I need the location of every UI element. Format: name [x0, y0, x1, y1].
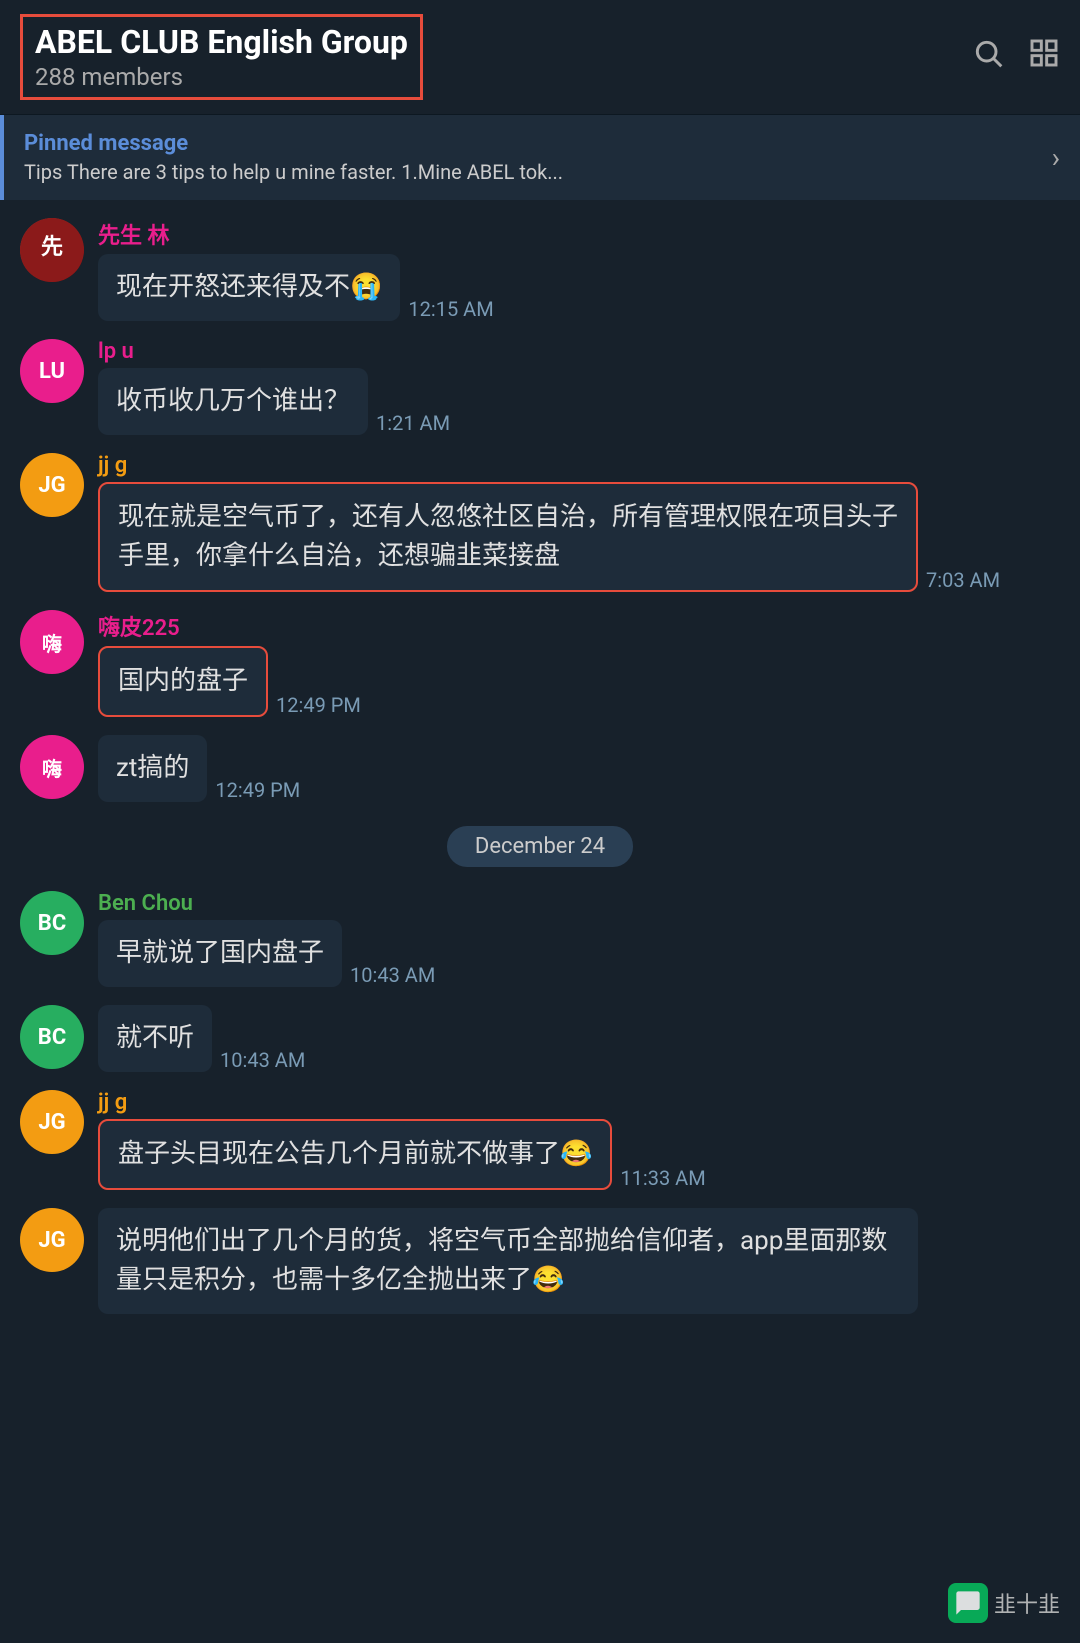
message-sender: 嗨皮225 [98, 610, 1060, 642]
avatar: 嗨 [20, 610, 84, 674]
message-text: 收币收几万个谁出？ [116, 386, 350, 416]
message-sender: jj g [98, 1090, 1060, 1115]
pinned-text: Tips There are 3 tips to help u mine fas… [24, 160, 563, 184]
message-text: 现在就是空气币了，还有人忽悠社区自治，所有管理权限在项目头子手里，你拿什么自治，… [118, 502, 898, 571]
message-sender: lp u [98, 339, 1060, 364]
message-bubble: 国内的盘子 [98, 646, 268, 717]
message-sender: jj g [98, 453, 1060, 478]
header-icons [972, 37, 1060, 77]
avatar: JG [20, 1090, 84, 1154]
layout-icon[interactable] [1028, 37, 1060, 77]
avatar: 嗨 [20, 735, 84, 799]
bubble-row: 盘子头目现在公告几个月前就不做事了😂 11:33 AM [98, 1119, 1060, 1190]
message-text: zt搞的 [116, 753, 189, 783]
group-title: ABEL CLUB English Group [35, 23, 408, 61]
message-content: Ben Chou 早就说了国内盘子 10:43 AM [98, 891, 1060, 987]
bubble-row: 国内的盘子 12:49 PM [98, 646, 1060, 717]
date-badge: December 24 [447, 826, 633, 867]
chat-area: 先 先生 林 现在开怒还来得及不😭 12:15 AM LU lp u 收币收几万… [0, 208, 1080, 1342]
message-time: 10:43 AM [350, 963, 435, 987]
message-sender: 先生 林 [98, 218, 1060, 250]
message-content: 嗨皮225 国内的盘子 12:49 PM [98, 610, 1060, 717]
message-text: 盘子头目现在公告几个月前就不做事了😂 [118, 1139, 592, 1169]
member-count: 288 members [35, 63, 408, 91]
message-group: JG 说明他们出了几个月的货，将空气币全部抛给信仰者，app里面那数量只是积分，… [20, 1208, 1060, 1314]
message-bubble: 就不听 [98, 1005, 212, 1072]
search-icon[interactable] [972, 37, 1004, 77]
message-content: zt搞的 12:49 PM [98, 735, 1060, 802]
message-time: 11:33 AM [620, 1166, 705, 1190]
message-bubble: 说明他们出了几个月的货，将空气币全部抛给信仰者，app里面那数量只是积分，也需十… [98, 1208, 918, 1314]
message-time: 10:43 AM [220, 1048, 305, 1072]
message-time: 7:03 AM [926, 568, 1000, 592]
pinned-message-bar[interactable]: Pinned message Tips There are 3 tips to … [0, 115, 1080, 200]
avatar: JG [20, 1208, 84, 1272]
avatar: BC [20, 891, 84, 955]
message-bubble: 盘子头目现在公告几个月前就不做事了😂 [98, 1119, 612, 1190]
message-text: 现在开怒还来得及不😭 [116, 272, 382, 302]
bubble-row: 说明他们出了几个月的货，将空气币全部抛给信仰者，app里面那数量只是积分，也需十… [98, 1208, 1060, 1314]
message-bubble: 现在开怒还来得及不😭 [98, 254, 400, 321]
message-group: BC Ben Chou 早就说了国内盘子 10:43 AM [20, 891, 1060, 987]
message-content: jj g 盘子头目现在公告几个月前就不做事了😂 11:33 AM [98, 1090, 1060, 1190]
message-time: 1:21 AM [376, 411, 450, 435]
message-text: 国内的盘子 [118, 666, 248, 696]
message-group: LU lp u 收币收几万个谁出？ 1:21 AM [20, 339, 1060, 435]
header-title-box: ABEL CLUB English Group 288 members [20, 14, 423, 100]
message-bubble: 收币收几万个谁出？ [98, 368, 368, 435]
header-info: ABEL CLUB English Group 288 members [20, 14, 972, 100]
avatar: JG [20, 453, 84, 517]
bubble-row: 就不听 10:43 AM [98, 1005, 1060, 1072]
pinned-arrow-icon[interactable]: › [1052, 141, 1060, 174]
avatar: LU [20, 339, 84, 403]
date-separator: December 24 [20, 826, 1060, 867]
message-group: BC 就不听 10:43 AM [20, 1005, 1060, 1072]
message-time: 12:15 AM [408, 297, 493, 321]
message-time: 12:49 PM [215, 778, 300, 802]
watermark-text: 韭十韭 [994, 1587, 1060, 1619]
bubble-row: 现在开怒还来得及不😭 12:15 AM [98, 254, 1060, 321]
message-text: 就不听 [116, 1023, 194, 1053]
message-content: 说明他们出了几个月的货，将空气币全部抛给信仰者，app里面那数量只是积分，也需十… [98, 1208, 1060, 1314]
message-content: 就不听 10:43 AM [98, 1005, 1060, 1072]
message-text: 早就说了国内盘子 [116, 938, 324, 968]
watermark: 韭十韭 [948, 1583, 1060, 1623]
message-group: JG jj g 盘子头目现在公告几个月前就不做事了😂 11:33 AM [20, 1090, 1060, 1190]
message-bubble: zt搞的 [98, 735, 207, 802]
message-text: 说明他们出了几个月的货，将空气币全部抛给信仰者，app里面那数量只是积分，也需十… [116, 1226, 887, 1295]
message-group: 先 先生 林 现在开怒还来得及不😭 12:15 AM [20, 218, 1060, 321]
wechat-icon [948, 1583, 988, 1623]
message-group: JG jj g 现在就是空气币了，还有人忽悠社区自治，所有管理权限在项目头子手里… [20, 453, 1060, 592]
message-time: 12:49 PM [276, 693, 361, 717]
header: ABEL CLUB English Group 288 members [0, 0, 1080, 115]
message-content: 先生 林 现在开怒还来得及不😭 12:15 AM [98, 218, 1060, 321]
avatar: 先 [20, 218, 84, 282]
message-content: jj g 现在就是空气币了，还有人忽悠社区自治，所有管理权限在项目头子手里，你拿… [98, 453, 1060, 592]
avatar: BC [20, 1005, 84, 1069]
message-content: lp u 收币收几万个谁出？ 1:21 AM [98, 339, 1060, 435]
message-bubble: 现在就是空气币了，还有人忽悠社区自治，所有管理权限在项目头子手里，你拿什么自治，… [98, 482, 918, 592]
bubble-row: zt搞的 12:49 PM [98, 735, 1060, 802]
svg-text:先: 先 [41, 234, 63, 259]
bubble-row: 现在就是空气币了，还有人忽悠社区自治，所有管理权限在项目头子手里，你拿什么自治，… [98, 482, 1060, 592]
bubble-row: 收币收几万个谁出？ 1:21 AM [98, 368, 1060, 435]
pinned-label: Pinned message [24, 131, 563, 156]
message-group: 嗨 zt搞的 12:49 PM [20, 735, 1060, 802]
bubble-row: 早就说了国内盘子 10:43 AM [98, 920, 1060, 987]
message-group: 嗨 嗨皮225 国内的盘子 12:49 PM [20, 610, 1060, 717]
pinned-content: Pinned message Tips There are 3 tips to … [24, 131, 563, 184]
message-bubble: 早就说了国内盘子 [98, 920, 342, 987]
message-sender: Ben Chou [98, 891, 1060, 916]
